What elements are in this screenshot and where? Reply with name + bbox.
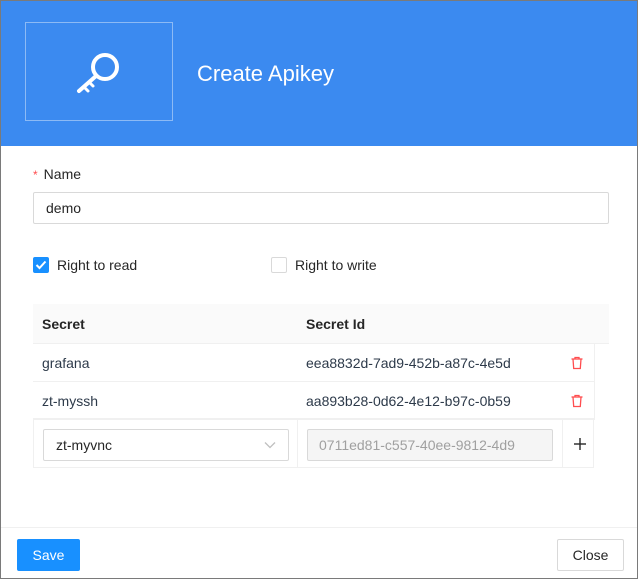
column-header-secret-id: Secret Id — [306, 315, 366, 332]
save-button[interactable]: Save — [17, 539, 80, 571]
column-divider — [297, 419, 298, 467]
add-secret-button[interactable] — [570, 432, 590, 456]
secret-select-value: zt-myvnc — [56, 437, 112, 453]
name-label-text: Name — [43, 166, 82, 182]
name-label: * Name — [33, 165, 81, 184]
secret-id-cell: eea8832d-7ad9-452b-a87c-4e5d — [306, 354, 511, 371]
dialog-header: Create Apikey — [1, 1, 637, 146]
right-to-read-checkbox-box[interactable] — [33, 257, 49, 273]
add-secret-row: zt-myvnc — [33, 418, 594, 468]
key-icon — [77, 52, 119, 93]
create-apikey-dialog: Create Apikey * Name Right to read Right … — [0, 0, 638, 579]
delete-row-button[interactable] — [569, 393, 585, 409]
name-input[interactable] — [33, 192, 609, 224]
right-to-write-checkbox-box[interactable] — [271, 257, 287, 273]
table-header: Secret Secret Id — [33, 304, 609, 344]
secret-id-cell: aa893b28-0d62-4e12-b97c-0b59 — [306, 392, 511, 409]
right-to-read-checkbox[interactable]: Right to read — [33, 256, 137, 274]
column-header-secret: Secret — [42, 315, 85, 332]
secret-select[interactable]: zt-myvnc — [43, 429, 289, 461]
close-button[interactable]: Close — [557, 539, 624, 571]
plus-icon — [574, 438, 586, 450]
secrets-table: Secret Secret Id grafana eea8832d-7ad9-4… — [33, 304, 609, 468]
delete-row-button[interactable] — [569, 355, 585, 371]
right-to-write-checkbox[interactable]: Right to write — [271, 256, 377, 274]
check-icon — [35, 260, 47, 270]
dialog-title: Create Apikey — [197, 61, 334, 86]
dialog-footer: Save Close — [1, 527, 637, 578]
trash-icon — [571, 356, 583, 370]
table-row: grafana eea8832d-7ad9-452b-a87c-4e5d — [33, 344, 594, 382]
trash-icon — [571, 394, 583, 408]
required-asterisk: * — [33, 168, 38, 182]
chevron-down-icon — [264, 442, 276, 449]
table-row: zt-myssh aa893b28-0d62-4e12-b97c-0b59 — [33, 382, 594, 420]
secret-name-cell: grafana — [42, 354, 90, 371]
table-scrollbar[interactable] — [594, 344, 609, 420]
secret-name-cell: zt-myssh — [42, 392, 98, 409]
column-divider — [562, 419, 563, 467]
right-to-write-label: Right to write — [295, 257, 377, 273]
right-to-read-label: Right to read — [57, 257, 138, 273]
secret-id-input — [307, 429, 553, 461]
header-icon-box — [25, 22, 173, 121]
